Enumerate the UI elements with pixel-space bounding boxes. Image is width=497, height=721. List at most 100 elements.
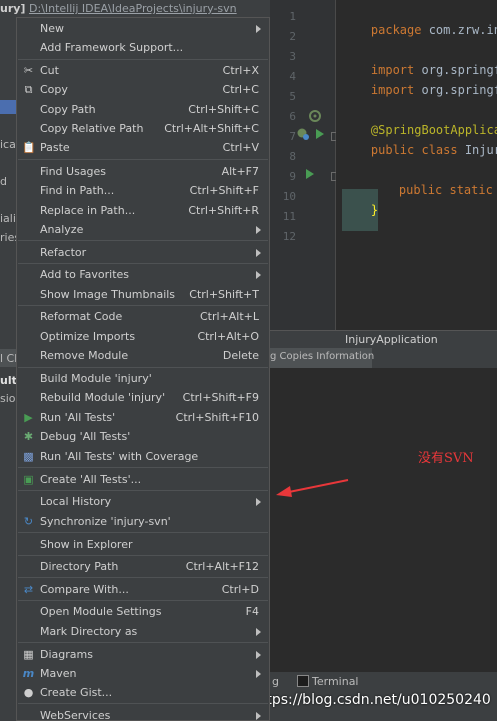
- menu-item-show-in-explorer[interactable]: Show in Explorer: [17, 535, 269, 554]
- menu-item-compare-with[interactable]: ⇄ Compare With... Ctrl+D: [17, 580, 269, 599]
- coverage-icon: ▩: [23, 450, 34, 463]
- copy-icon: ⧉: [24, 83, 33, 96]
- terminal-tab[interactable]: Terminal: [312, 675, 359, 688]
- tree-fragment[interactable]: d: [0, 175, 16, 188]
- menu-item-add-framework[interactable]: Add Framework Support...: [17, 38, 269, 57]
- menu-item-reformat-code[interactable]: Reformat Code Ctrl+Alt+L: [17, 307, 269, 326]
- menu-label: Replace in Path...: [40, 204, 136, 217]
- menu-shortcut: Ctrl+D: [221, 583, 259, 596]
- menu-item-show-thumbnails[interactable]: Show Image Thumbnails Ctrl+Shift+T: [17, 285, 269, 304]
- menu-item-maven[interactable]: m Maven: [17, 664, 269, 683]
- submenu-arrow-icon: [256, 651, 261, 659]
- menu-item-copy-relative-path[interactable]: Copy Relative Path Ctrl+Alt+Shift+C: [17, 119, 269, 138]
- menu-shortcut: Ctrl+Alt+O: [197, 330, 259, 343]
- menu-label: Create Gist...: [40, 686, 113, 699]
- code-text: }: [370, 203, 379, 217]
- tree-fragment[interactable]: ica: [0, 138, 16, 151]
- menu-separator: [18, 490, 268, 491]
- menu-label: WebServices: [40, 709, 111, 721]
- menu-item-debug-tests[interactable]: ✱ Debug 'All Tests': [17, 427, 269, 446]
- run-icon: ▶: [24, 411, 33, 424]
- menu-label: Directory Path: [40, 560, 119, 573]
- menu-item-remove-module[interactable]: Remove Module Delete: [17, 346, 269, 365]
- spring-bean-icon[interactable]: [308, 109, 322, 123]
- result-fragment: ult: [0, 374, 16, 387]
- breadcrumb[interactable]: InjuryApplication: [345, 333, 438, 346]
- line-number: 1: [289, 10, 296, 23]
- menu-item-create-gist[interactable]: ● Create Gist...: [17, 683, 269, 702]
- menu-shortcut: Ctrl+Shift+T: [189, 288, 259, 301]
- submenu-arrow-icon: [256, 670, 261, 678]
- menu-shortcut: Ctrl+Shift+C: [188, 103, 259, 116]
- menu-label: Refactor: [40, 246, 87, 259]
- spring-context-icon[interactable]: [296, 127, 310, 141]
- menu-separator: [18, 642, 268, 643]
- menu-item-create-tests[interactable]: ▣ Create 'All Tests'...: [17, 470, 269, 489]
- submenu-arrow-icon: [256, 271, 261, 279]
- menu-item-find-in-path[interactable]: Find in Path... Ctrl+Shift+F: [17, 181, 269, 200]
- menu-item-copy[interactable]: ⧉ Copy Ctrl+C: [17, 80, 269, 99]
- sync-icon: ↻: [23, 515, 34, 528]
- menu-item-local-history[interactable]: Local History: [17, 492, 269, 511]
- menu-item-diagrams[interactable]: ▦ Diagrams: [17, 645, 269, 664]
- menu-item-build-module[interactable]: Build Module 'injury': [17, 369, 269, 388]
- project-tool-window: ica d iali ries l Ch ult sio ava: [0, 18, 16, 721]
- menu-label: Find Usages: [40, 165, 107, 178]
- menu-item-paste[interactable]: 📋 Paste Ctrl+V: [17, 138, 269, 157]
- menu-item-webservices[interactable]: WebServices: [17, 706, 269, 721]
- github-icon: ●: [23, 686, 34, 699]
- menu-shortcut: Ctrl+V: [222, 141, 259, 154]
- code-keyword: package: [370, 23, 422, 37]
- menu-item-find-usages[interactable]: Find Usages Alt+F7: [17, 162, 269, 181]
- line-number: 2: [289, 30, 296, 43]
- menu-label: Open Module Settings: [40, 605, 162, 618]
- status-fragment[interactable]: g: [272, 675, 279, 688]
- menu-item-analyze[interactable]: Analyze: [17, 220, 269, 239]
- menu-item-run-tests[interactable]: ▶ Run 'All Tests' Ctrl+Shift+F10: [17, 408, 269, 427]
- menu-separator: [18, 555, 268, 556]
- run-main-icon[interactable]: [306, 169, 314, 179]
- editor-gutter: 1 2 3 4 5 6 7 8 9 10 11 12: [270, 0, 340, 330]
- menu-label: Compare With...: [40, 583, 129, 596]
- menu-separator: [18, 59, 268, 60]
- menu-item-run-with-coverage[interactable]: ▩ Run 'All Tests' with Coverage: [17, 447, 269, 466]
- menu-label: Mark Directory as: [40, 625, 138, 638]
- menu-shortcut: Alt+F7: [221, 165, 259, 178]
- line-number: 10: [282, 190, 296, 203]
- menu-item-directory-path[interactable]: Directory Path Ctrl+Alt+F12: [17, 557, 269, 576]
- bottom-panel-body: [270, 368, 497, 672]
- menu-item-optimize-imports[interactable]: Optimize Imports Ctrl+Alt+O: [17, 327, 269, 346]
- menu-label: Maven: [40, 667, 77, 680]
- project-path[interactable]: D:\Intellij IDEA\IdeaProjects\injury-svn: [29, 2, 237, 15]
- menu-item-rebuild-module[interactable]: Rebuild Module 'injury' Ctrl+Shift+F9: [17, 388, 269, 407]
- tool-tab[interactable]: l Ch: [0, 349, 16, 367]
- menu-item-mark-directory[interactable]: Mark Directory as: [17, 622, 269, 641]
- menu-item-synchronize[interactable]: ↻ Synchronize 'injury-svn': [17, 512, 269, 531]
- menu-label: Copy Path: [40, 103, 96, 116]
- menu-label: Analyze: [40, 223, 84, 236]
- tree-fragment[interactable]: ries: [0, 231, 16, 244]
- menu-item-new[interactable]: New: [17, 19, 269, 38]
- menu-item-replace-in-path[interactable]: Replace in Path... Ctrl+Shift+R: [17, 201, 269, 220]
- code-line: public class InjuryApp: [342, 129, 497, 171]
- tree-fragment[interactable]: iali: [0, 212, 16, 225]
- line-number: 6: [289, 110, 296, 123]
- code-editor[interactable]: package com.zrw.injuey import org.spring…: [336, 0, 497, 330]
- bottom-tool-tabs: g Copies Information: [270, 348, 497, 369]
- line-number: 7: [289, 130, 296, 143]
- code-line: }: [342, 189, 379, 231]
- menu-item-module-settings[interactable]: Open Module Settings F4: [17, 602, 269, 621]
- selected-tree-row[interactable]: [0, 100, 16, 114]
- tab-label: g Copies Information: [270, 351, 375, 362]
- menu-item-copy-path[interactable]: Copy Path Ctrl+Shift+C: [17, 100, 269, 119]
- menu-item-add-to-favorites[interactable]: Add to Favorites: [17, 265, 269, 284]
- menu-label: Paste: [40, 141, 70, 154]
- code-line: import org.springframe: [342, 69, 497, 111]
- menu-separator: [18, 703, 268, 704]
- tab-working-copies[interactable]: g Copies Information: [270, 348, 375, 368]
- run-class-icon[interactable]: [316, 129, 324, 139]
- menu-item-cut[interactable]: ✂ Cut Ctrl+X: [17, 61, 269, 80]
- menu-item-refactor[interactable]: Refactor: [17, 243, 269, 262]
- terminal-icon[interactable]: [297, 675, 309, 687]
- annotation-text: 没有SVN: [418, 451, 474, 466]
